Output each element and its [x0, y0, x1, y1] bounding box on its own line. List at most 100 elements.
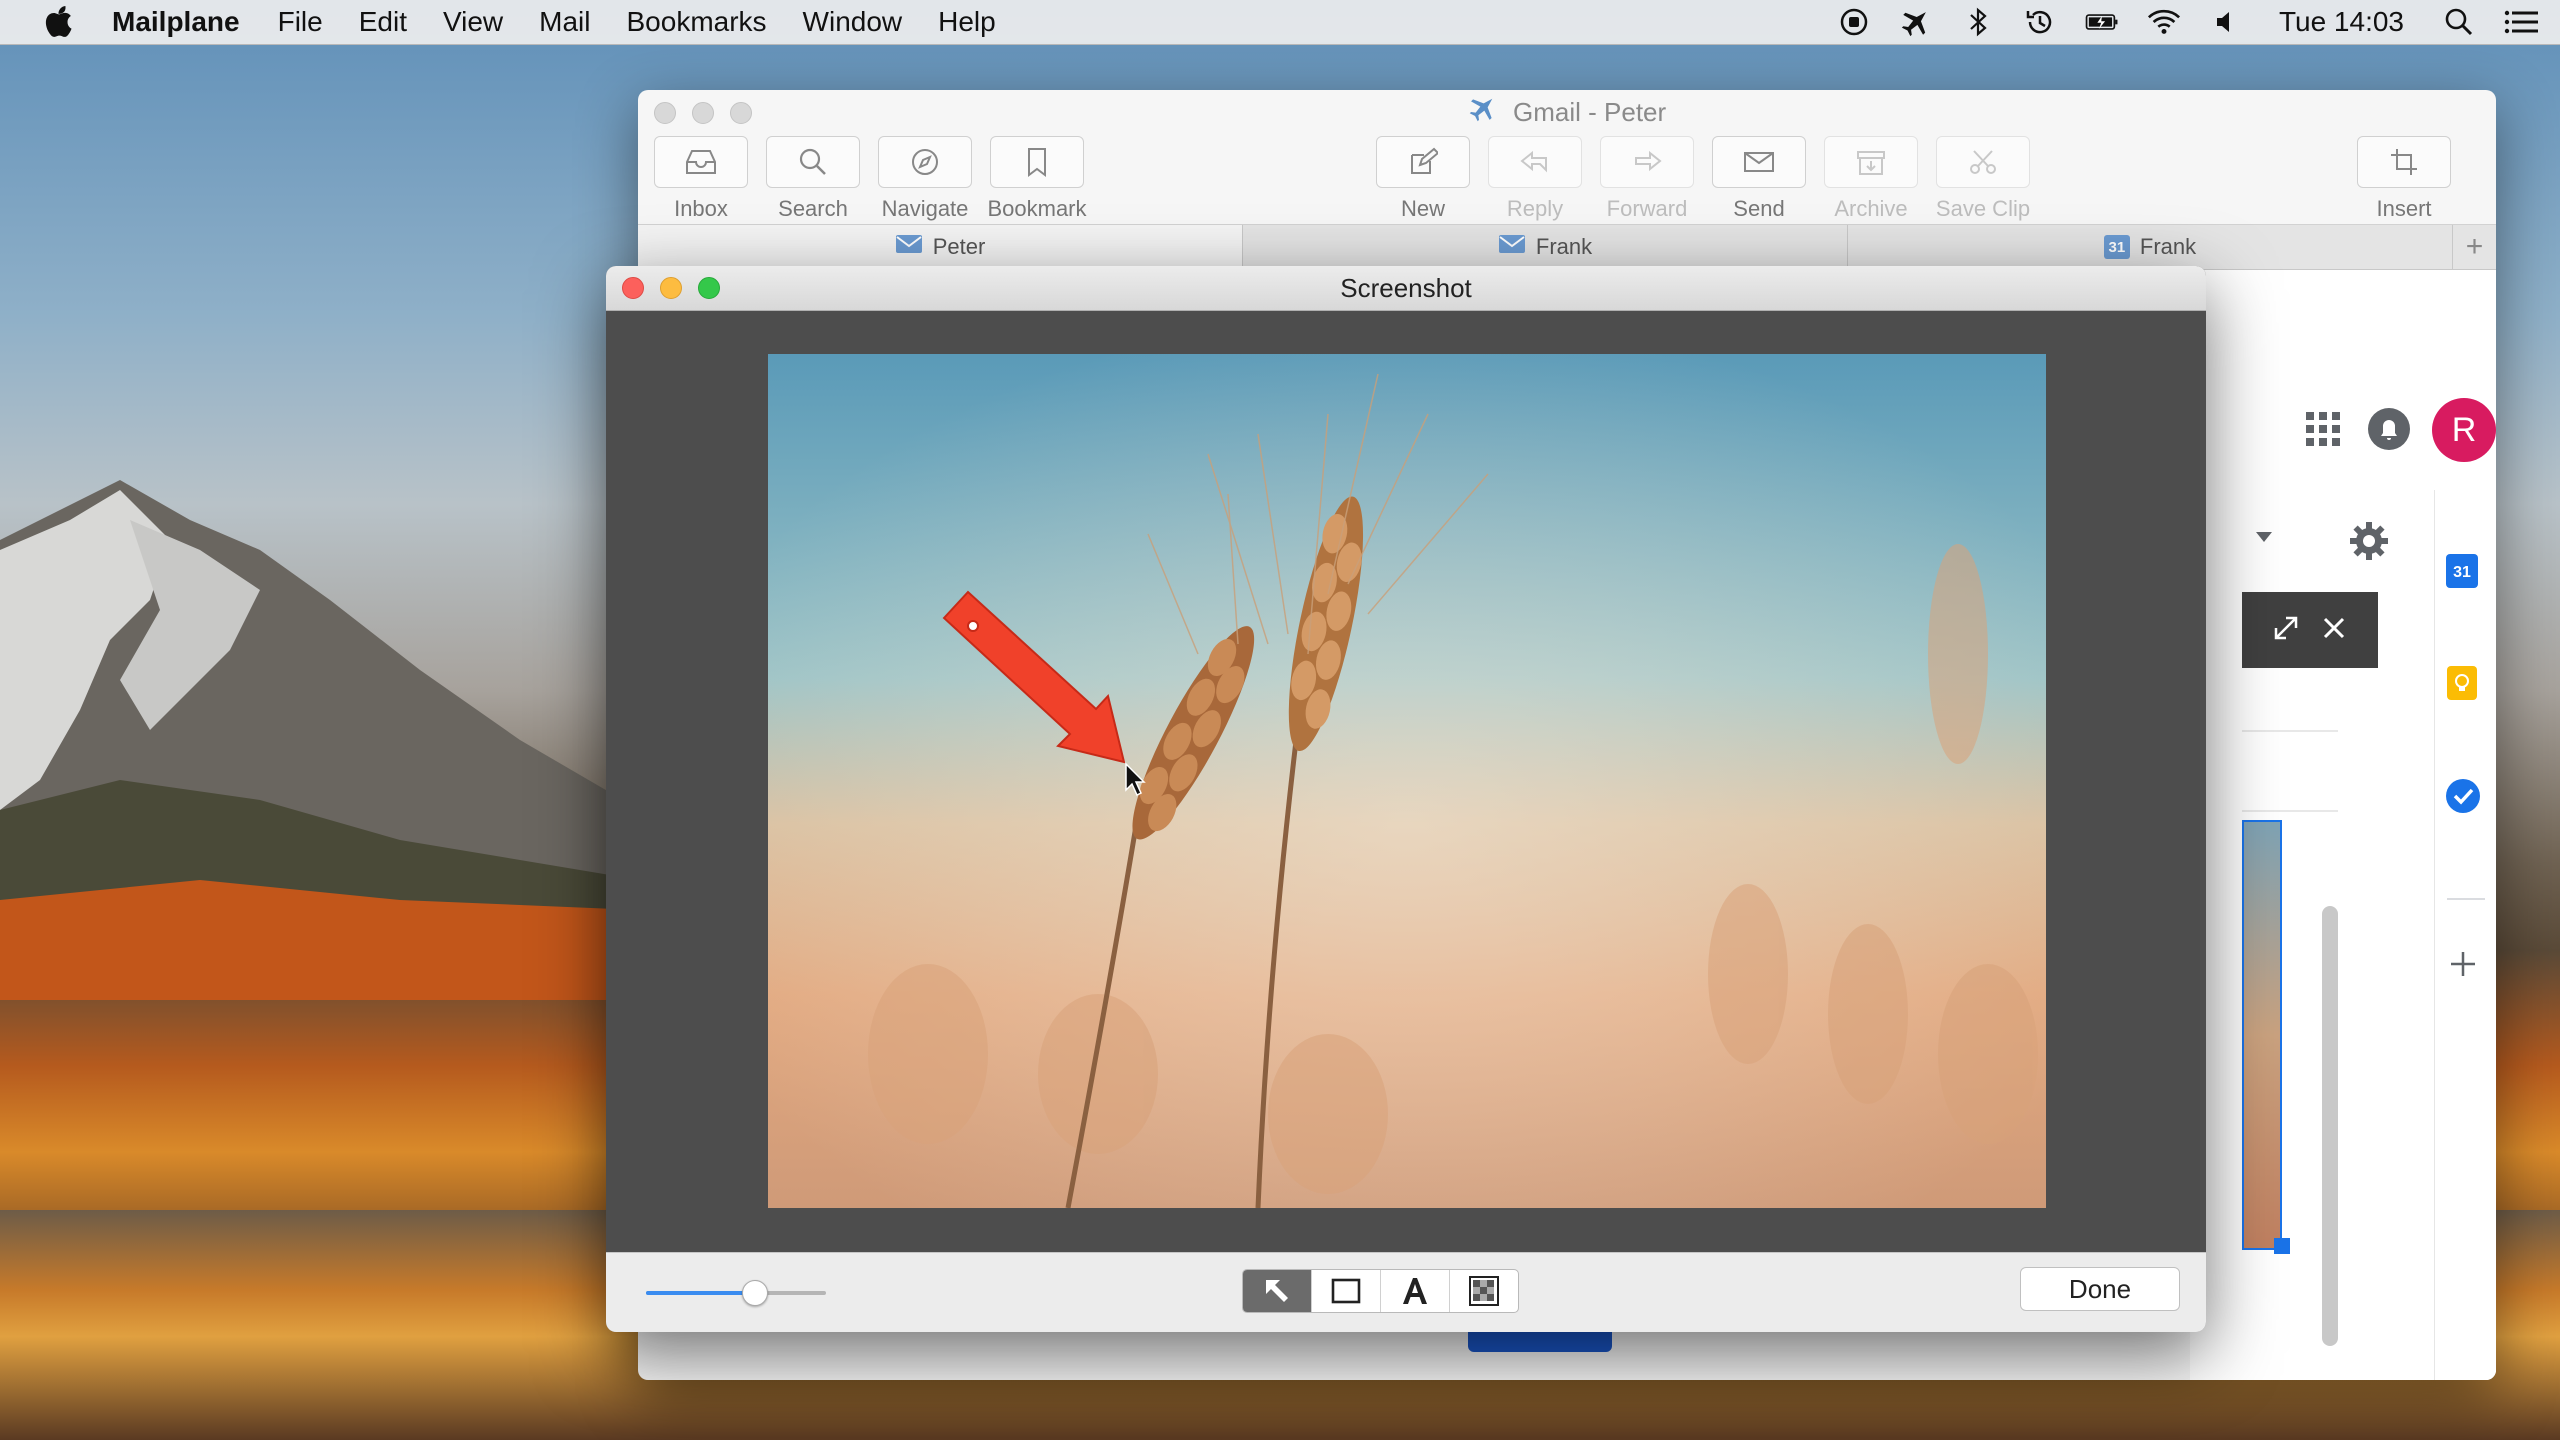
search-icon[interactable]	[2442, 5, 2476, 39]
new-button[interactable]: New	[1368, 136, 1478, 222]
magnifier-icon	[799, 148, 826, 175]
crop-icon	[2391, 149, 2417, 175]
keep-app-icon[interactable]	[2447, 666, 2477, 700]
menu-bookmarks[interactable]: Bookmarks	[627, 6, 767, 38]
screenshot-canvas[interactable]	[768, 354, 2046, 1208]
zoom-button[interactable]	[698, 277, 720, 299]
time-machine-icon[interactable]	[2023, 5, 2057, 39]
zoom-slider[interactable]	[646, 1280, 826, 1306]
zoom-slider-knob[interactable]	[742, 1280, 768, 1306]
done-button[interactable]: Done	[2020, 1267, 2180, 1311]
menu-edit[interactable]: Edit	[359, 6, 407, 38]
inbox-button[interactable]: Inbox	[646, 136, 756, 222]
tab-label: Frank	[2139, 234, 2197, 259]
menu-window[interactable]: Window	[803, 6, 903, 38]
pixelate-tool-icon	[1469, 1276, 1499, 1306]
image-resize-handle[interactable]	[2274, 1238, 2290, 1254]
record-icon[interactable]	[1837, 5, 1871, 39]
compose-icon	[1411, 147, 1438, 174]
search-button[interactable]: Search	[758, 136, 868, 222]
menu-help[interactable]: Help	[938, 6, 996, 38]
menu-mail[interactable]: Mail	[539, 6, 590, 38]
screenshot-title: Screenshot	[1340, 273, 1472, 303]
archive-label: Archive	[1834, 196, 1908, 221]
mail-icon	[1498, 234, 1526, 260]
send-button[interactable]: Send	[1704, 136, 1814, 222]
notifications-icon[interactable]	[2366, 406, 2412, 457]
bookmark-icon	[1028, 148, 1046, 177]
bookmark-button[interactable]: Bookmark	[982, 136, 1092, 222]
zoom-button[interactable]	[730, 102, 752, 124]
text-tool-icon	[1403, 1278, 1427, 1304]
dropdown-caret-icon[interactable]	[2256, 532, 2272, 542]
reply-label: Reply	[1506, 196, 1564, 221]
panel-divider	[2447, 898, 2485, 900]
close-button[interactable]	[654, 102, 676, 124]
send-label: Send	[1733, 196, 1785, 221]
apple-menu-icon[interactable]	[40, 4, 76, 40]
battery-icon[interactable]	[2085, 5, 2119, 39]
screenshot-bottom-bar: Done	[606, 1252, 2206, 1332]
main-window-controls	[654, 102, 752, 124]
reply-button[interactable]: Reply	[1480, 136, 1590, 222]
volume-icon[interactable]	[2209, 5, 2243, 39]
settings-gear-icon[interactable]	[2350, 522, 2388, 565]
save-clip-button[interactable]: Save Clip	[1928, 136, 2038, 222]
navigate-button[interactable]: Navigate	[870, 136, 980, 222]
pixelate-tool-button[interactable]	[1450, 1270, 1518, 1312]
add-addon-icon[interactable]	[2449, 950, 2477, 983]
text-tool-button[interactable]	[1381, 1270, 1450, 1312]
screenshot-window: Screenshot Done	[606, 266, 2206, 1332]
tab-frank-calendar[interactable]: 31 Frank	[1848, 225, 2453, 269]
rectangle-tool-icon	[1331, 1278, 1361, 1304]
inbox-label: Inbox	[674, 196, 728, 221]
calendar-icon: 31	[2103, 235, 2130, 259]
airplane-icon[interactable]	[1899, 5, 1933, 39]
reply-icon	[1520, 150, 1547, 173]
forward-button[interactable]: Forward	[1592, 136, 1702, 222]
account-tabs: Peter Frank 31 Frank +	[638, 224, 2496, 270]
tab-frank-mail[interactable]: Frank	[1243, 225, 1848, 269]
arrow-tool-button[interactable]	[1243, 1270, 1312, 1312]
compass-icon	[912, 149, 938, 175]
scissors-icon	[1970, 150, 1996, 174]
tab-peter[interactable]: Peter	[638, 225, 1243, 269]
bookmark-label: Bookmark	[987, 196, 1087, 221]
list-icon[interactable]	[2504, 5, 2538, 39]
send-button-partial[interactable]	[1468, 1332, 1612, 1352]
inline-image-preview[interactable]	[2242, 820, 2282, 1250]
apps-grid-icon[interactable]	[2306, 412, 2340, 451]
inbox-icon	[686, 150, 716, 174]
menu-app-name[interactable]: Mailplane	[112, 6, 240, 38]
screenshot-titlebar: Screenshot	[606, 266, 2206, 311]
menu-view[interactable]: View	[443, 6, 503, 38]
wheat-photo	[768, 354, 2046, 1208]
compose-divider	[2242, 810, 2338, 812]
send-icon	[1744, 152, 1774, 172]
forward-icon	[1635, 150, 1662, 172]
desktop-mountain	[0, 480, 640, 1000]
minimize-button[interactable]	[660, 277, 682, 299]
close-icon[interactable]	[2322, 616, 2346, 645]
calendar-app-icon[interactable]: 31	[2446, 554, 2478, 588]
close-button[interactable]	[622, 277, 644, 299]
search-label: Search	[778, 196, 848, 221]
plane-icon	[1468, 92, 1498, 136]
avatar[interactable]: R	[2432, 398, 2496, 462]
arrow-tool-icon	[1266, 1280, 1288, 1302]
minimize-button[interactable]	[692, 102, 714, 124]
forward-label: Forward	[1606, 196, 1688, 221]
add-tab-button[interactable]: +	[2453, 225, 2496, 269]
rectangle-tool-button[interactable]	[1312, 1270, 1381, 1312]
main-window-title: Gmail - Peter	[1513, 97, 1667, 127]
side-panel: 31	[2434, 490, 2496, 1380]
archive-button[interactable]: Archive	[1816, 136, 1926, 222]
scrollbar[interactable]	[2322, 906, 2338, 1346]
main-titlebar: Gmail - Peter	[638, 90, 2496, 138]
expand-icon[interactable]	[2272, 614, 2300, 647]
menu-file[interactable]: File	[278, 6, 323, 38]
wifi-icon[interactable]	[2147, 5, 2181, 39]
bluetooth-icon[interactable]	[1961, 5, 1995, 39]
tasks-app-icon[interactable]	[2445, 778, 2481, 819]
menubar-clock[interactable]: Tue 14:03	[2279, 6, 2404, 38]
